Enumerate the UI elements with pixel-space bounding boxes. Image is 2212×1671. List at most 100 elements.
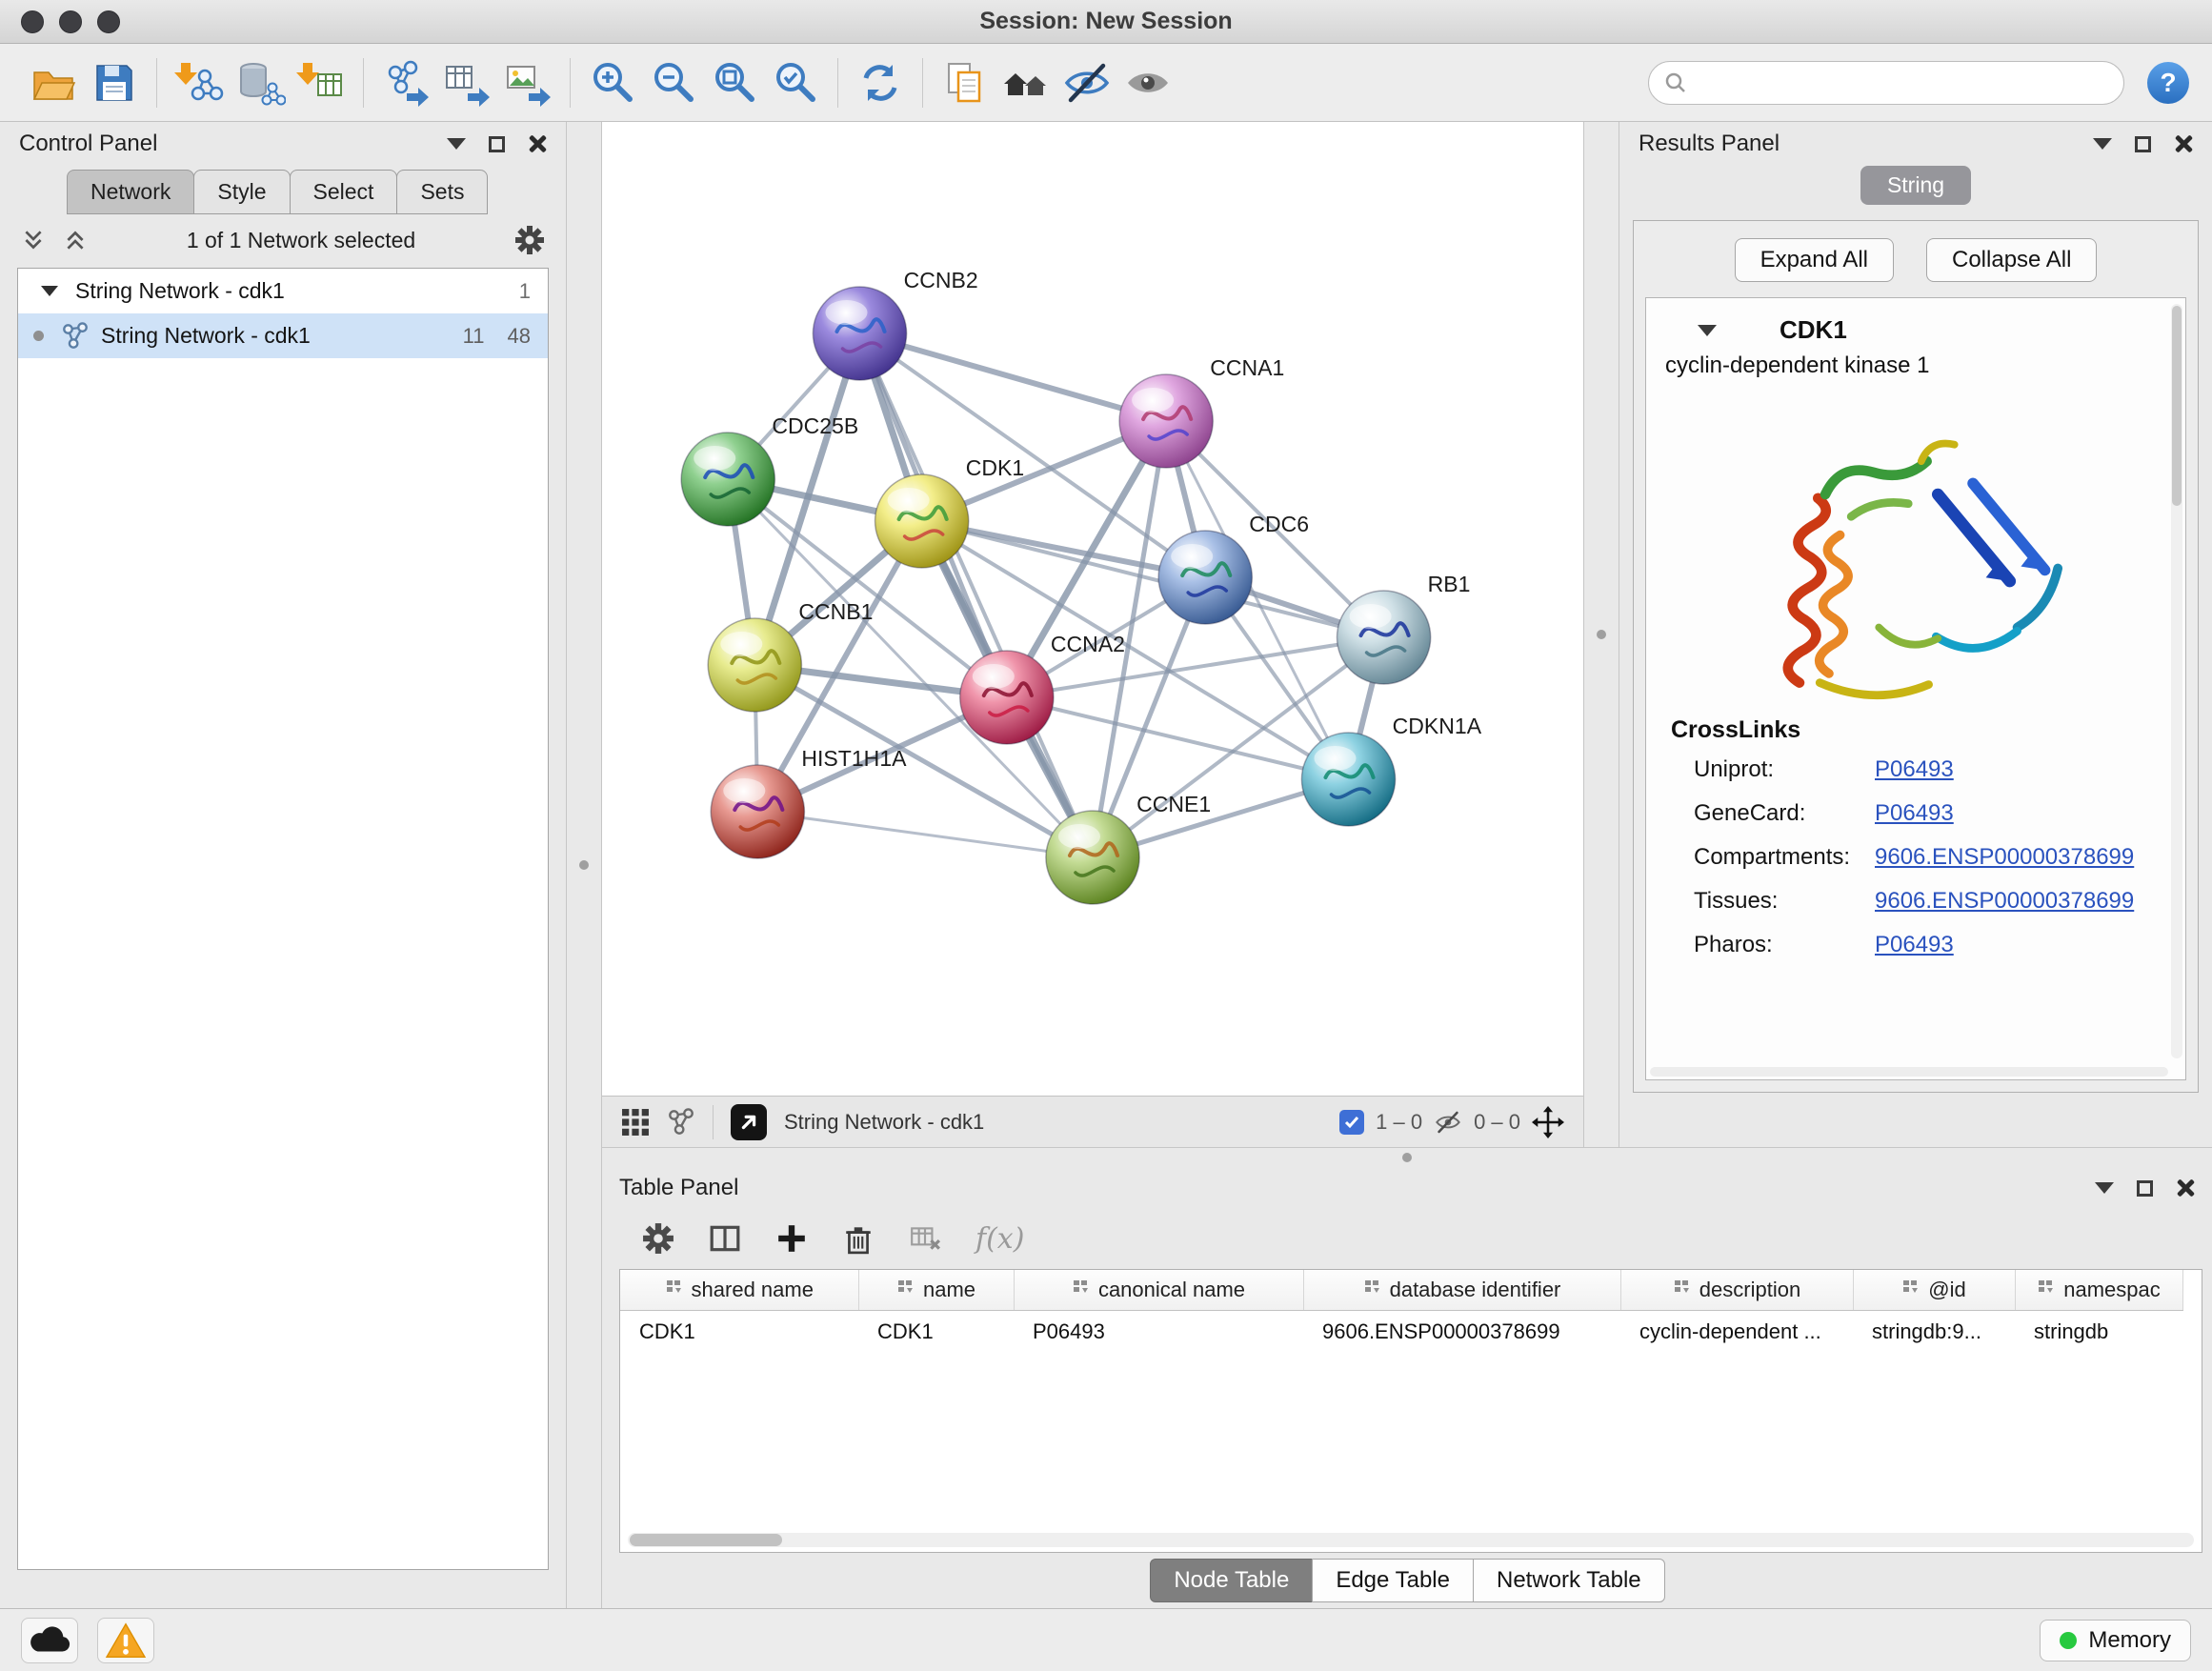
zoom-in-button[interactable] <box>582 51 643 114</box>
search-box[interactable] <box>1648 61 2124 105</box>
panel-maximize-icon[interactable] <box>2135 136 2151 152</box>
crosslink-link[interactable]: P06493 <box>1875 756 1954 783</box>
grid-view-icon[interactable] <box>621 1108 650 1137</box>
splitter-handle[interactable] <box>1597 630 1606 639</box>
tab-string[interactable]: String <box>1860 166 1971 205</box>
vertical-scrollbar[interactable] <box>2171 304 2182 1058</box>
network-canvas[interactable]: CCNB2CCNA1CDC25BCDK1CDC6RB1CCNB1CCNA2CDK… <box>602 122 1583 1096</box>
panel-close-icon[interactable] <box>2176 1178 2195 1198</box>
collapse-all-button[interactable]: Collapse All <box>1926 238 2097 282</box>
panel-maximize-icon[interactable] <box>489 136 505 152</box>
collapse-triangle-icon[interactable] <box>41 286 58 296</box>
network-graph[interactable]: CCNB2CCNA1CDC25BCDK1CDC6RB1CCNB1CCNA2CDK… <box>602 122 1583 1096</box>
add-column-icon[interactable] <box>775 1222 808 1255</box>
table-row[interactable]: CDK1CDK1P064939606.ENSP00000378699cyclin… <box>620 1310 2182 1354</box>
collapse-section-icon[interactable] <box>1698 325 1717 336</box>
column-header--id[interactable]: @id <box>1853 1270 2015 1310</box>
tab-sets[interactable]: Sets <box>396 170 488 214</box>
splitter-handle[interactable] <box>1402 1153 1412 1162</box>
pan-crosshair-icon[interactable] <box>1532 1106 1564 1138</box>
panel-close-icon[interactable] <box>2174 134 2193 153</box>
minimize-window-button[interactable] <box>59 10 82 33</box>
horizontal-scrollbar[interactable] <box>1650 1067 2168 1077</box>
maximize-window-button[interactable] <box>97 10 120 33</box>
import-network-file-button[interactable] <box>169 51 230 114</box>
network-node-cdkn1a[interactable]: CDKN1A <box>1301 714 1481 826</box>
table-cell[interactable]: stringdb <box>2015 1310 2182 1354</box>
search-input[interactable] <box>1697 70 2108 95</box>
memory-button[interactable]: Memory <box>2040 1620 2191 1661</box>
column-header-namespac[interactable]: namespac <box>2015 1270 2182 1310</box>
network-node-rb1[interactable]: RB1 <box>1337 572 1470 684</box>
birds-eye-view-button[interactable] <box>731 1104 767 1140</box>
tab-node-table[interactable]: Node Table <box>1150 1559 1313 1602</box>
refresh-view-button[interactable] <box>850 51 911 114</box>
export-network-button[interactable] <box>375 51 436 114</box>
panel-float-icon[interactable] <box>2095 1182 2114 1194</box>
collapse-all-icon[interactable] <box>21 228 46 252</box>
tab-network-table[interactable]: Network Table <box>1473 1559 1665 1602</box>
panel-maximize-icon[interactable] <box>2137 1180 2153 1197</box>
column-header-shared-name[interactable]: shared name <box>620 1270 858 1310</box>
scrollbar-thumb[interactable] <box>2172 306 2182 506</box>
hidden-eye-slash-icon[interactable] <box>1434 1108 1462 1137</box>
table-settings-gear-icon[interactable] <box>642 1222 674 1255</box>
import-table-button[interactable] <box>291 51 352 114</box>
network-edge[interactable] <box>757 812 1093 857</box>
crosslink-link[interactable]: 9606.ENSP00000378699 <box>1875 888 2134 915</box>
panel-close-icon[interactable] <box>528 134 547 153</box>
crosslink-link[interactable]: 9606.ENSP00000378699 <box>1875 844 2134 871</box>
close-window-button[interactable] <box>21 10 44 33</box>
network-node-cdk1[interactable]: CDK1 <box>875 455 1025 568</box>
gear-icon[interactable] <box>514 225 545 255</box>
tab-network[interactable]: Network <box>67 170 194 214</box>
tab-edge-table[interactable]: Edge Table <box>1312 1559 1474 1602</box>
import-network-database-button[interactable] <box>230 51 291 114</box>
scrollbar-thumb[interactable] <box>630 1534 782 1546</box>
network-node-ccna1[interactable]: CCNA1 <box>1119 355 1284 468</box>
network-collection-row[interactable]: String Network - cdk1 1 <box>18 269 548 313</box>
panel-float-icon[interactable] <box>2093 138 2112 150</box>
column-header-canonical-name[interactable]: canonical name <box>1014 1270 1303 1310</box>
show-hide-panels-button[interactable] <box>995 51 1056 114</box>
zoom-fit-button[interactable] <box>704 51 765 114</box>
network-edge[interactable] <box>860 333 1093 857</box>
network-view-icon[interactable] <box>667 1108 695 1137</box>
export-image-button[interactable] <box>497 51 558 114</box>
tab-style[interactable]: Style <box>193 170 290 214</box>
save-session-button[interactable] <box>84 51 145 114</box>
panel-float-icon[interactable] <box>447 138 466 150</box>
open-session-button[interactable] <box>23 51 84 114</box>
delete-column-trash-icon[interactable] <box>842 1222 875 1255</box>
show-all-button[interactable] <box>1117 51 1178 114</box>
tab-select[interactable]: Select <box>290 170 398 214</box>
bottom-splitter[interactable] <box>602 1147 2212 1166</box>
hide-selected-button[interactable] <box>1056 51 1117 114</box>
cloud-status-button[interactable] <box>21 1618 78 1663</box>
zoom-out-button[interactable] <box>643 51 704 114</box>
protein-header[interactable]: CDK1 <box>1646 298 2185 352</box>
column-header-database-identifier[interactable]: database identifier <box>1303 1270 1620 1310</box>
left-splitter[interactable] <box>566 122 602 1608</box>
expand-all-button[interactable]: Expand All <box>1735 238 1894 282</box>
splitter-handle[interactable] <box>579 860 589 870</box>
network-node-ccnb2[interactable]: CCNB2 <box>813 268 977 380</box>
show-columns-icon[interactable] <box>709 1222 741 1255</box>
column-header-description[interactable]: description <box>1620 1270 1853 1310</box>
warning-status-button[interactable] <box>97 1618 154 1663</box>
copy-button[interactable] <box>935 51 995 114</box>
right-splitter[interactable] <box>1583 122 1619 1147</box>
table-cell[interactable]: 9606.ENSP00000378699 <box>1303 1310 1620 1354</box>
export-table-button[interactable] <box>436 51 497 114</box>
crosslink-link[interactable]: P06493 <box>1875 800 1954 827</box>
network-edge[interactable] <box>860 333 1167 421</box>
expand-all-icon[interactable] <box>63 228 88 252</box>
selected-checkbox[interactable] <box>1339 1110 1364 1135</box>
network-row-selected[interactable]: String Network - cdk1 11 48 <box>18 313 548 358</box>
table-cell[interactable]: CDK1 <box>620 1310 858 1354</box>
table-cell[interactable]: cyclin-dependent ... <box>1620 1310 1853 1354</box>
table-cell[interactable]: P06493 <box>1014 1310 1303 1354</box>
table-cell[interactable]: stringdb:9... <box>1853 1310 2015 1354</box>
table-horizontal-scrollbar[interactable] <box>628 1533 2194 1547</box>
crosslink-link[interactable]: P06493 <box>1875 932 1954 958</box>
